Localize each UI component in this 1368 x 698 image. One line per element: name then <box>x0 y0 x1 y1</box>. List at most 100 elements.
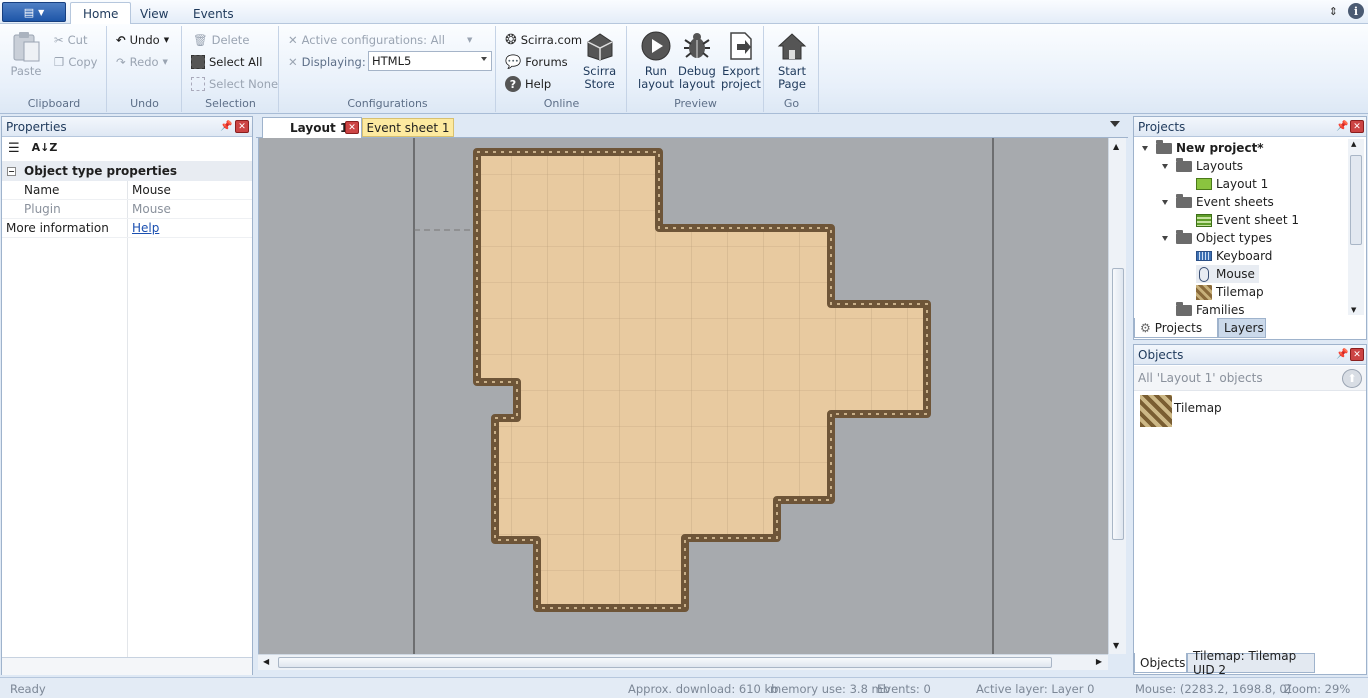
run-layout-button[interactable]: Run layout <box>638 30 674 91</box>
pin-icon[interactable]: 📌 <box>1336 349 1348 360</box>
tab-projects[interactable]: ⚙ Projects <box>1134 318 1218 338</box>
property-section-header[interactable]: − Object type properties <box>2 161 252 181</box>
tree-item-layout-1[interactable]: Layout 1 <box>1196 175 1268 193</box>
active-configurations-label: Active configurations: All <box>301 33 445 47</box>
layout-canvas[interactable] <box>258 138 1108 654</box>
tab-tilemap-bar[interactable]: Tilemap: Tilemap UID 2 <box>1187 649 1315 677</box>
objects-title: Objects <box>1138 347 1184 362</box>
scroll-right-icon[interactable]: ▶ <box>1096 657 1102 666</box>
tab-events[interactable]: Events <box>181 2 246 25</box>
export-project-button[interactable]: Export project <box>721 30 761 91</box>
select-none-button[interactable]: Select None <box>191 74 278 94</box>
undo-button[interactable]: ↶ Undo ▼ <box>116 30 169 50</box>
tree-item-mouse[interactable]: Mouse <box>1196 265 1259 283</box>
objects-filter-bar[interactable]: All 'Layout 1' objects ⬆ <box>1134 366 1366 391</box>
tree-item-families[interactable]: Families <box>1176 301 1244 319</box>
tab-view[interactable]: View <box>128 2 180 25</box>
delete-button[interactable]: 🗑 Delete <box>193 30 249 50</box>
tree-item-layouts[interactable]: Layouts <box>1162 157 1243 175</box>
scirra-store-button[interactable]: Scirra Store <box>583 30 616 91</box>
close-icon[interactable]: ✕ <box>1350 348 1364 361</box>
sort-az-icon[interactable]: A↓Z <box>32 141 58 156</box>
pin-icon[interactable]: 📌 <box>220 121 232 132</box>
redo-button[interactable]: ↷ Redo ▼ <box>116 52 168 72</box>
scroll-down-icon[interactable]: ▼ <box>1113 641 1119 650</box>
tilemap-icon <box>1140 395 1172 427</box>
scroll-down-icon[interactable]: ▼ <box>1351 306 1356 314</box>
property-row[interactable]: Name Mouse <box>2 181 252 200</box>
vertical-scrollbar[interactable]: ▲ ▼ <box>1108 138 1126 654</box>
go-group-label: Go <box>783 97 800 110</box>
ribbon-tab-bar: ▤ ▼ Home View Events ⇕ i <box>0 0 1368 25</box>
pin-icon[interactable]: 📌 <box>1336 121 1348 132</box>
scirra-link[interactable]: ❂ Scirra.com <box>505 30 582 50</box>
objects-filter-label: All 'Layout 1' objects <box>1138 371 1263 385</box>
paste-button[interactable]: Paste <box>10 30 42 78</box>
tree-item-object-types[interactable]: Object types <box>1162 229 1272 247</box>
properties-header: Properties <box>2 117 252 137</box>
minimize-ribbon-icon[interactable]: ⇕ <box>1329 5 1338 18</box>
scissors-icon: ✂ <box>54 33 64 47</box>
chevron-down-icon <box>481 57 487 61</box>
expand-arrow-icon[interactable] <box>1162 163 1168 169</box>
tab-home[interactable]: Home <box>70 2 132 25</box>
horizontal-scroll-thumb[interactable] <box>278 657 1052 668</box>
status-bar: Ready Approx. download: 610 kb memory us… <box>0 677 1368 698</box>
tree-item-event-sheet-1[interactable]: Event sheet 1 <box>1196 211 1299 229</box>
tree-item-keyboard[interactable]: Keyboard <box>1196 247 1272 265</box>
application-menu-button[interactable]: ▤ ▼ <box>2 2 66 22</box>
categorized-icon[interactable]: ☰ <box>8 141 20 156</box>
close-icon[interactable]: ✕ <box>235 120 249 133</box>
tree-label: Object types <box>1196 231 1272 245</box>
horizontal-scrollbar[interactable]: ◀ ▶ <box>258 654 1108 670</box>
tree-scroll-thumb[interactable] <box>1350 155 1362 245</box>
scroll-left-icon[interactable]: ◀ <box>263 657 269 666</box>
tab-label: Layout 1 <box>290 121 349 135</box>
objects-header: Objects <box>1134 345 1366 365</box>
scroll-up-icon[interactable]: ▲ <box>1113 142 1119 151</box>
selection-group-label: Selection <box>205 97 256 110</box>
tree-item-project[interactable]: New project* <box>1142 139 1264 157</box>
tilemap-object <box>473 148 931 612</box>
forums-link[interactable]: 💬 Forums <box>505 52 568 72</box>
layout-icon <box>1196 178 1212 190</box>
up-folder-icon[interactable]: ⬆ <box>1342 369 1362 388</box>
scirra-icon: ❂ <box>505 32 517 48</box>
tab-layout-1[interactable]: Layout 1 ✕ <box>262 117 362 138</box>
expand-arrow-icon[interactable] <box>1162 235 1168 241</box>
tree-label: Event sheets <box>1196 195 1274 209</box>
properties-title: Properties <box>6 119 67 134</box>
active-configurations-button[interactable]: ✕ Active configurations: All ▼ <box>288 30 472 50</box>
expand-arrow-icon[interactable] <box>1162 199 1168 205</box>
property-row[interactable]: Plugin Mouse <box>2 200 252 219</box>
tree-item-tilemap[interactable]: Tilemap <box>1196 283 1264 301</box>
property-value[interactable]: Mouse <box>128 183 171 197</box>
tab-objects[interactable]: Objects <box>1134 653 1187 673</box>
debug-layout-button[interactable]: Debug layout <box>678 30 716 91</box>
tree-scrollbar[interactable]: ▲ ▼ <box>1348 139 1364 315</box>
select-all-button[interactable]: Select All <box>191 52 262 72</box>
vertical-scroll-thumb[interactable] <box>1112 268 1124 540</box>
tab-list-dropdown-icon[interactable] <box>1110 121 1120 127</box>
tab-event-sheet-1[interactable]: Event sheet 1 <box>362 118 454 137</box>
tab-layers[interactable]: Layers <box>1218 318 1266 338</box>
displaying-select[interactable]: HTML5 <box>368 51 492 71</box>
tree-label: Layout 1 <box>1216 177 1269 191</box>
expand-arrow-icon[interactable] <box>1142 145 1148 151</box>
help-link[interactable]: ? Help <box>505 74 551 94</box>
clipboard-group: Paste ✂ Cut ❐ Copy Clipboard <box>2 26 107 112</box>
close-icon[interactable]: ✕ <box>345 121 359 134</box>
info-icon[interactable]: i <box>1348 3 1364 19</box>
close-icon[interactable]: ✕ <box>1350 120 1364 133</box>
dropdown-arrow-icon: ▼ <box>38 7 45 17</box>
help-link[interactable]: Help <box>128 221 159 235</box>
start-page-button[interactable]: Start Page <box>776 30 808 91</box>
tree-label: Layouts <box>1196 159 1244 173</box>
object-item-tilemap[interactable]: Tilemap <box>1140 395 1222 427</box>
copy-button[interactable]: ❐ Copy <box>54 52 97 72</box>
event-sheet-icon <box>1196 213 1212 227</box>
collapse-icon[interactable]: − <box>7 166 16 176</box>
tree-item-event-sheets[interactable]: Event sheets <box>1162 193 1274 211</box>
scroll-up-icon[interactable]: ▲ <box>1351 140 1356 148</box>
cut-button[interactable]: ✂ Cut <box>54 30 87 50</box>
